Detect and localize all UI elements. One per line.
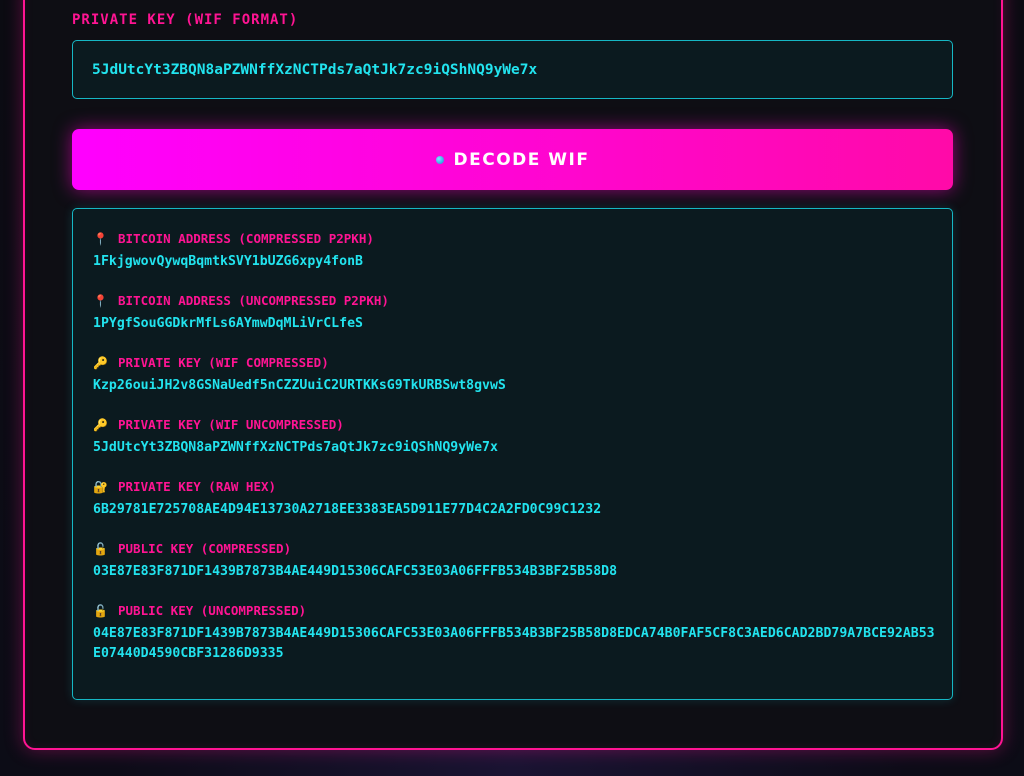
result-label-address-uncompressed: 📍 BITCOIN ADDRESS (UNCOMPRESSED P2PKH)	[93, 293, 389, 308]
result-label-pubkey-compressed: 🔓 PUBLIC KEY (COMPRESSED)	[93, 541, 292, 556]
pin-icon: 📍	[93, 231, 108, 246]
key-icon: 🔑	[93, 355, 108, 370]
lock-icon: 🔐	[93, 479, 108, 494]
decode-wif-button[interactable]: DECODE WIF	[72, 129, 953, 190]
result-value-pubkey-compressed: 03E87E83F871DF1439B7873B4AE449D15306CAFC…	[93, 564, 618, 579]
result-value-address-uncompressed: 1PYgfSouGGDkrMfLs6AYmwDqMLiVrCLfeS	[93, 316, 363, 331]
result-value-pubkey-uncompressed: 04E87E83F871DF1439B7873B4AE449D15306CAFC…	[93, 626, 935, 661]
key-icon: 🔑	[93, 417, 108, 432]
unlock-icon: 🔓	[93, 541, 108, 556]
wif-field-label: PRIVATE KEY (WIF FORMAT)	[72, 12, 299, 28]
wif-input[interactable]	[72, 40, 953, 99]
unlock-icon: 🔓	[93, 603, 108, 618]
decode-button-label: DECODE WIF	[453, 149, 590, 170]
result-label-raw-hex: 🔐 PRIVATE KEY (RAW HEX)	[93, 479, 277, 494]
pin-icon: 📍	[93, 293, 108, 308]
result-label-wif-compressed: 🔑 PRIVATE KEY (WIF COMPRESSED)	[93, 355, 329, 370]
result-value-wif-compressed: Kzp26ouiJH2v8GSNaUedf5nCZZUuiC2URTKKsG9T…	[93, 378, 506, 393]
result-label-wif-uncompressed: 🔑 PRIVATE KEY (WIF UNCOMPRESSED)	[93, 417, 344, 432]
result-value-address-compressed: 1FkjgwovQywqBqmtkSVY1bUZG6xpy4fonB	[93, 254, 363, 269]
result-label-pubkey-uncompressed: 🔓 PUBLIC KEY (UNCOMPRESSED)	[93, 603, 307, 618]
decode-dot-icon	[435, 155, 444, 164]
result-value-wif-uncompressed: 5JdUtcYt3ZBQN8aPZWNffXzNCTPds7aQtJk7zc9i…	[93, 440, 498, 455]
result-value-raw-hex: 6B29781E725708AE4D94E13730A2718EE3383EA5…	[93, 502, 602, 517]
result-label-address-compressed: 📍 BITCOIN ADDRESS (COMPRESSED P2PKH)	[93, 231, 374, 246]
results-panel: 📍 BITCOIN ADDRESS (COMPRESSED P2PKH) 1Fk…	[72, 208, 953, 700]
